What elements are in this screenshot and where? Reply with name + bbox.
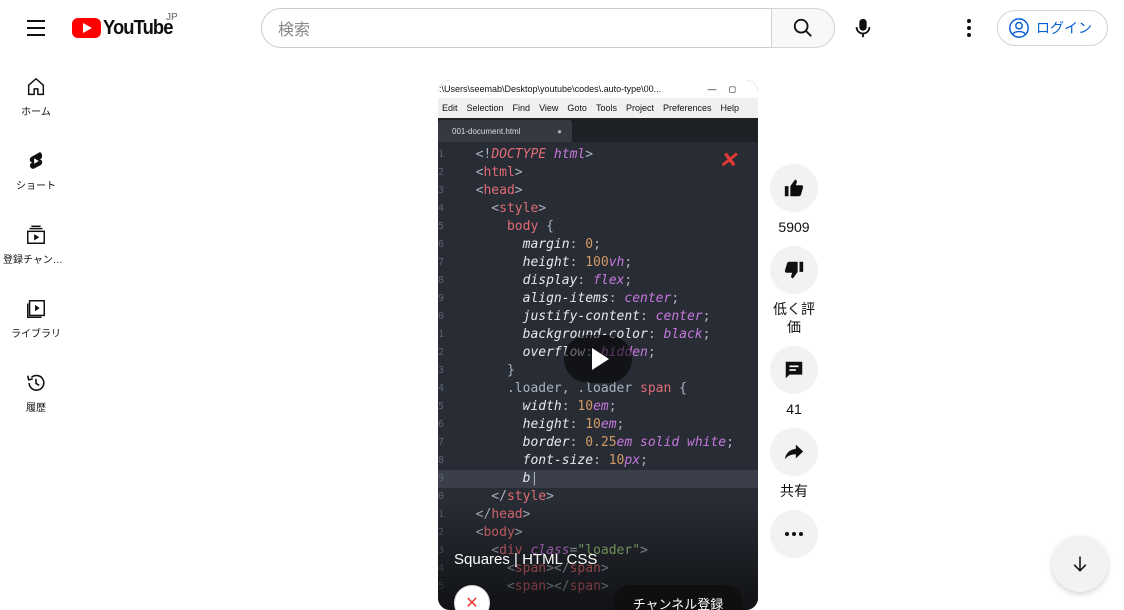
line-number: 1 <box>438 326 460 344</box>
home-icon <box>25 76 47 98</box>
arrow-down-icon <box>1070 554 1090 574</box>
search-icon <box>792 17 814 39</box>
dislike-button[interactable]: 低く評価 <box>770 246 818 336</box>
line-number: 4 <box>438 200 460 218</box>
line-number: 2 <box>438 164 460 182</box>
settings-more-button[interactable] <box>951 10 987 46</box>
subscribe-label: チャンネル登録 <box>633 594 724 610</box>
editor-window-title: :\Users\seemab\Desktop\youtube\codes\.au… <box>439 84 661 94</box>
line-number: 1 <box>438 146 460 164</box>
line-number: 7 <box>438 254 460 272</box>
play-button[interactable] <box>564 335 632 383</box>
editor-title-bar: :\Users\seemab\Desktop\youtube\codes\.au… <box>438 80 758 98</box>
editor-tab-bar: 001-document.html ● <box>438 118 758 142</box>
youtube-logo[interactable]: YouTube <box>72 16 179 40</box>
channel-watermark-logo: ✕ <box>720 144 736 174</box>
line-number: 6 <box>438 236 460 254</box>
menu-icon <box>27 20 45 22</box>
top-bar: YouTube JP 検索 ログイン <box>0 0 1124 56</box>
maximize-icon: ◻ <box>729 84 736 95</box>
line-number: 3 <box>438 362 460 380</box>
voice-search-button[interactable] <box>843 8 883 48</box>
editor-menu-item: Project <box>626 103 654 113</box>
sidebar-item-label: ライブラリ <box>11 325 61 340</box>
sidebar-item-label: ショート <box>16 177 56 192</box>
shorts-video-player[interactable]: :\Users\seemab\Desktop\youtube\codes\.au… <box>438 80 758 610</box>
sidebar-item-history[interactable]: 履歴 <box>0 352 72 426</box>
login-label: ログイン <box>1036 18 1092 38</box>
line-number: 9 <box>438 470 460 488</box>
share-button[interactable]: 共有 <box>770 428 818 500</box>
sidebar-item-shorts[interactable]: ショート <box>0 130 72 204</box>
line-number: 8 <box>438 452 460 470</box>
library-icon <box>25 298 47 320</box>
sidebar-item-label: ホーム <box>21 103 51 118</box>
video-title[interactable]: Squares | HTML CSS <box>454 551 597 568</box>
line-number: 3 <box>438 182 460 200</box>
editor-tab-name: 001-document.html <box>452 127 520 136</box>
menu-button[interactable] <box>20 12 52 44</box>
region-code: JP <box>166 12 178 23</box>
shorts-icon <box>25 150 47 172</box>
window-controls: —◻ <box>708 84 758 95</box>
editor-menu-item: Selection <box>467 103 504 113</box>
login-button[interactable]: ログイン <box>997 10 1108 46</box>
logo-text: YouTube <box>103 17 173 40</box>
line-number: 8 <box>438 272 460 290</box>
editor-menu-item: Goto <box>567 103 587 113</box>
editor-menu-item: View <box>539 103 558 113</box>
line-number: 0 <box>438 308 460 326</box>
thumbs-up-icon <box>783 177 805 199</box>
account-icon <box>1008 17 1030 39</box>
like-button[interactable]: 5909 <box>770 164 818 236</box>
action-buttons: 5909 低く評価 41 共有 <box>770 164 818 558</box>
line-number: 7 <box>438 434 460 452</box>
minimize-icon: — <box>708 84 717 95</box>
line-number: 4 <box>438 380 460 398</box>
line-number: 5 <box>438 218 460 236</box>
line-number: 9 <box>438 290 460 308</box>
share-icon <box>783 441 805 463</box>
line-number: 6 <box>438 416 460 434</box>
more-actions-button[interactable] <box>770 510 818 558</box>
unsaved-dot-icon: ● <box>557 127 562 136</box>
more-horiz-icon <box>785 532 803 536</box>
microphone-icon <box>853 17 873 39</box>
sidebar-item-label: 履歴 <box>26 399 46 414</box>
share-label: 共有 <box>770 482 818 500</box>
editor-menu-bar: Edit Selection Find View Goto Tools Proj… <box>438 98 758 118</box>
history-icon <box>25 372 47 394</box>
like-count: 5909 <box>770 218 818 236</box>
editor-menu-item: Help <box>721 103 740 113</box>
sidebar: ホーム ショート 登録チャンネル ライブラリ 履歴 <box>0 56 72 426</box>
search-input[interactable]: 検索 <box>261 8 772 48</box>
search-placeholder: 検索 <box>278 16 310 40</box>
editor-menu-item: Preferences <box>663 103 712 113</box>
line-number: 5 <box>438 398 460 416</box>
editor-tab: 001-document.html ● <box>438 120 572 142</box>
sidebar-item-label: 登録チャンネル <box>3 251 69 266</box>
thumbs-down-icon <box>783 259 805 281</box>
subscriptions-icon <box>25 224 47 246</box>
youtube-play-icon <box>72 18 101 38</box>
editor-menu-item: Find <box>513 103 531 113</box>
comment-count: 41 <box>770 400 818 418</box>
sidebar-item-subscriptions[interactable]: 登録チャンネル <box>0 204 72 278</box>
comment-icon <box>783 359 805 381</box>
subscribe-button[interactable]: チャンネル登録 <box>613 585 743 610</box>
dislike-label: 低く評価 <box>770 300 818 336</box>
more-vert-icon <box>967 19 971 37</box>
line-number: 2 <box>438 344 460 362</box>
sidebar-item-library[interactable]: ライブラリ <box>0 278 72 352</box>
sidebar-item-home[interactable]: ホーム <box>0 56 72 130</box>
comments-button[interactable]: 41 <box>770 346 818 418</box>
editor-menu-item: Tools <box>596 103 617 113</box>
editor-menu-item: Edit <box>442 103 458 113</box>
next-video-button[interactable] <box>1052 536 1108 592</box>
search-button[interactable] <box>771 8 835 48</box>
